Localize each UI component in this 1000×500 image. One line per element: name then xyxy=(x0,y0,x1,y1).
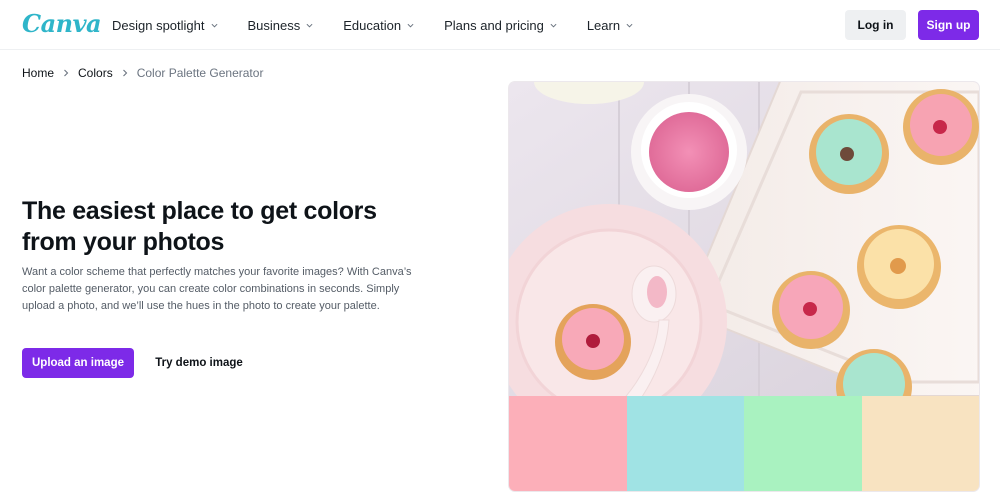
main-nav: Design spotlight Business Education Plan… xyxy=(112,0,663,50)
breadcrumb-current-page: Color Palette Generator xyxy=(136,66,264,80)
nav-education[interactable]: Education xyxy=(343,18,414,33)
canva-logo[interactable]: Canva xyxy=(22,9,102,38)
hero-description: Want a color scheme that perfectly match… xyxy=(22,266,412,312)
palette-swatch-pink[interactable] xyxy=(509,396,627,491)
page-title: The easiest place to get colors from you… xyxy=(22,196,442,258)
nav-design-spotlight[interactable]: Design spotlight xyxy=(112,18,218,33)
breadcrumb: Home Colors Color Palette Generator xyxy=(22,66,263,80)
chevron-right-icon xyxy=(64,69,69,77)
chevron-right-icon xyxy=(122,69,127,77)
nav-label: Design spotlight xyxy=(112,17,205,33)
palette-swatch-aqua[interactable] xyxy=(626,396,744,491)
chevron-down-icon xyxy=(211,23,217,28)
signup-button[interactable]: Sign up xyxy=(918,10,979,40)
top-nav-bar: Canva Design spotlight Business Educatio… xyxy=(0,0,1000,50)
chevron-down-icon xyxy=(407,23,414,28)
nav-label: Education xyxy=(343,17,402,33)
nav-business[interactable]: Business xyxy=(248,18,314,33)
chevron-down-icon xyxy=(306,23,313,28)
nav-learn[interactable]: Learn xyxy=(587,18,633,33)
page-title-line-2: from your photos xyxy=(22,228,225,256)
palette-preview-card xyxy=(509,82,979,491)
page-title-line-1: The easiest place to get colors xyxy=(22,197,377,225)
upload-image-button[interactable]: Upload an image xyxy=(22,348,134,378)
palette-swatch-cream[interactable] xyxy=(861,396,979,491)
chevron-down-icon xyxy=(626,23,633,28)
breadcrumb-colors[interactable]: Colors xyxy=(78,66,113,80)
nav-label: Business xyxy=(247,17,301,33)
login-button[interactable]: Log in xyxy=(845,10,906,40)
nav-label: Learn xyxy=(586,17,621,33)
color-palette xyxy=(509,396,979,491)
chevron-down-icon xyxy=(550,23,557,28)
nav-plans-and-pricing[interactable]: Plans and pricing xyxy=(444,18,557,33)
breadcrumb-home[interactable]: Home xyxy=(22,66,54,80)
nav-label: Plans and pricing xyxy=(444,17,544,33)
donuts-photo xyxy=(509,82,979,396)
palette-swatch-mint[interactable] xyxy=(744,396,862,491)
try-demo-image-button[interactable]: Try demo image xyxy=(150,348,248,378)
